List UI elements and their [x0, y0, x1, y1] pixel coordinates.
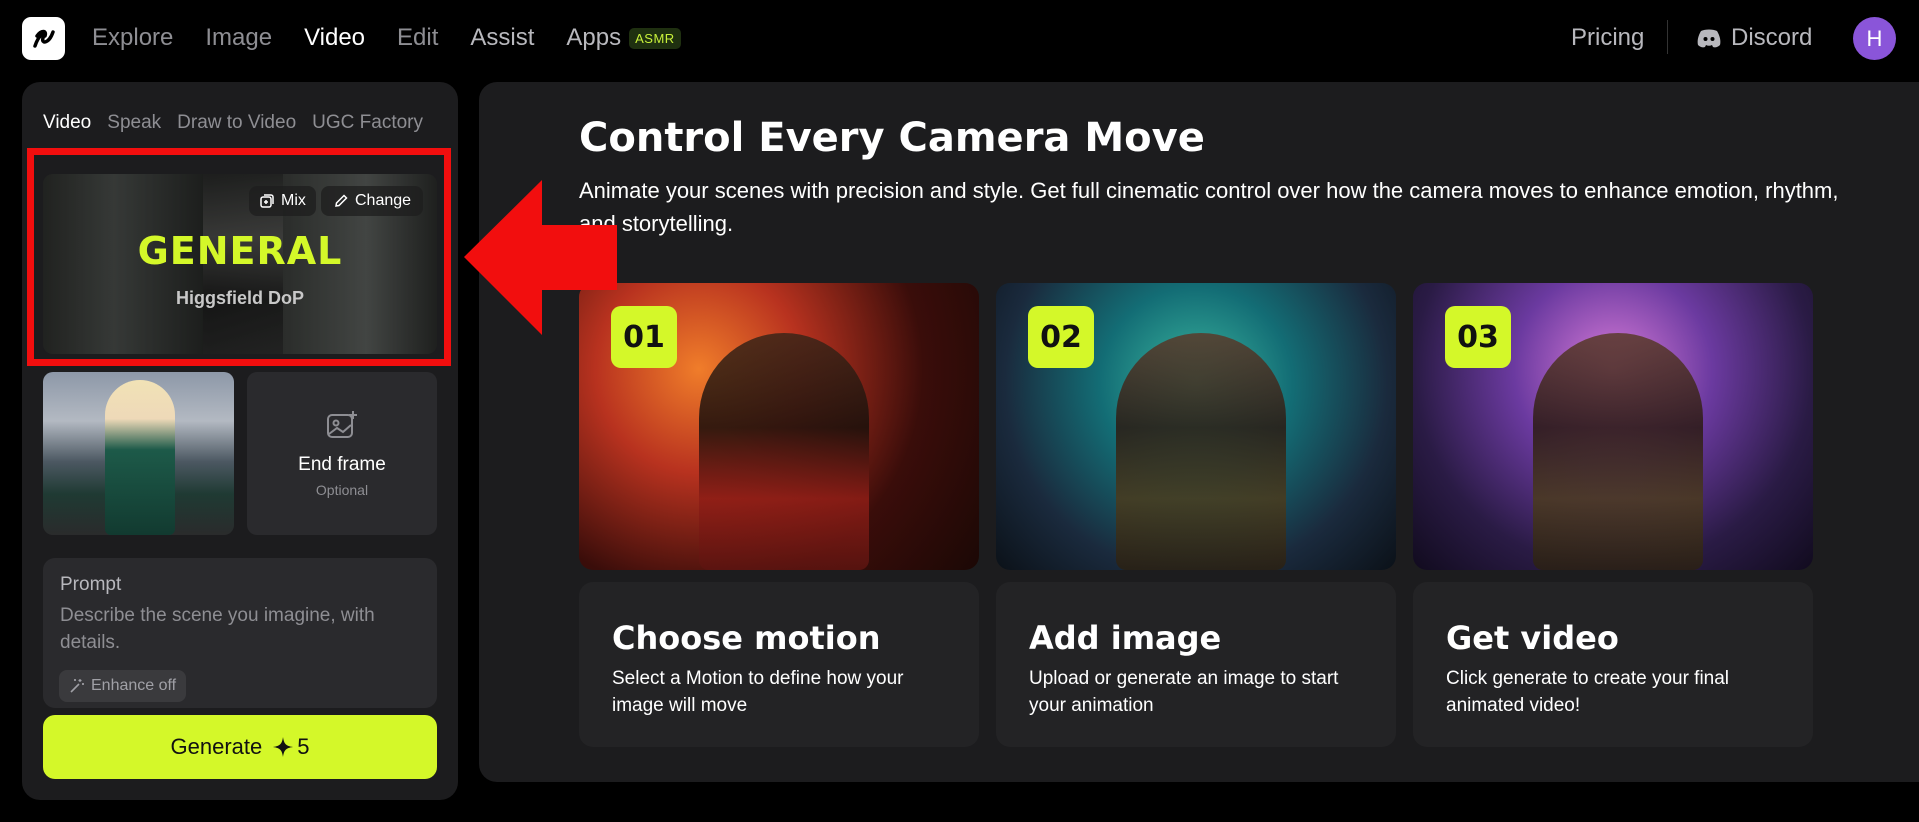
- user-avatar[interactable]: H: [1853, 17, 1896, 60]
- app-logo[interactable]: [22, 17, 65, 60]
- end-frame-upload[interactable]: End frame Optional: [247, 372, 437, 535]
- generate-button[interactable]: Generate 5: [43, 715, 437, 779]
- magic-wand-icon: [70, 679, 84, 693]
- step-image-1: 01: [579, 283, 979, 570]
- step-title-2: Add image: [1029, 619, 1222, 657]
- logo-icon: [32, 29, 55, 48]
- step-number-3: 03: [1445, 306, 1511, 368]
- page-description: Animate your scenes with precision and s…: [579, 178, 1839, 236]
- nav-edit[interactable]: Edit: [397, 24, 438, 52]
- step-desc-1: Select a Motion to define how your image…: [612, 668, 904, 716]
- nav-apps-label: Apps: [566, 24, 622, 51]
- step-image-2: 02: [996, 283, 1396, 570]
- add-image-icon: [327, 411, 357, 438]
- start-frame-image[interactable]: [43, 372, 234, 535]
- top-navigation: Explore Image Video Edit Assist Apps ASM…: [0, 0, 1919, 78]
- red-arrow-annotation: [464, 180, 617, 335]
- step-title-3: Get video: [1446, 619, 1619, 657]
- start-frame-person: [105, 380, 175, 535]
- nav-image[interactable]: Image: [205, 24, 272, 52]
- tab-draw-to-video[interactable]: Draw to Video: [177, 112, 296, 134]
- tab-video[interactable]: Video: [43, 112, 91, 134]
- highlight-frame: [27, 148, 451, 366]
- tab-ugc-factory[interactable]: UGC Factory: [312, 112, 423, 134]
- step-title-1: Choose motion: [612, 619, 881, 657]
- end-frame-subtitle: Optional: [315, 482, 369, 498]
- nav-video[interactable]: Video: [304, 24, 365, 52]
- step-card-1: Choose motion Select a Motion to define …: [579, 582, 979, 747]
- sparkle-icon: [273, 737, 294, 757]
- nav-explore[interactable]: Explore: [92, 24, 173, 52]
- enhance-label: Enhance off: [91, 677, 177, 694]
- nav-discord[interactable]: Discord: [1697, 24, 1812, 52]
- step-card-2: Add image Upload or generate an image to…: [996, 582, 1396, 747]
- main-content: Control Every Camera Move Animate your s…: [479, 82, 1919, 782]
- prompt-label: Prompt: [60, 574, 122, 595]
- step-number-2: 02: [1028, 306, 1094, 368]
- asmr-badge: ASMR: [629, 27, 681, 49]
- nav-pricing[interactable]: Pricing: [1571, 24, 1644, 52]
- prompt-field[interactable]: Prompt Describe the scene you imagine, w…: [43, 558, 437, 708]
- nav-divider: [1667, 20, 1668, 54]
- step-desc-3: Click generate to create your final anim…: [1446, 668, 1730, 716]
- discord-label: Discord: [1731, 24, 1813, 51]
- prompt-placeholder[interactable]: Describe the scene you imagine, with det…: [60, 602, 410, 656]
- generate-cost: 5: [297, 734, 310, 759]
- nav-assist[interactable]: Assist: [470, 24, 534, 52]
- page-title: Control Every Camera Move: [579, 115, 1205, 161]
- step-desc-2: Upload or generate an image to start you…: [1029, 668, 1339, 716]
- step-image-3: 03: [1413, 283, 1813, 570]
- step-card-3: Get video Click generate to create your …: [1413, 582, 1813, 747]
- enhance-toggle[interactable]: Enhance off: [59, 670, 187, 702]
- end-frame-title: End frame: [298, 454, 386, 475]
- tab-speak[interactable]: Speak: [107, 112, 161, 134]
- generate-label: Generate: [170, 734, 263, 759]
- discord-icon: [1697, 29, 1721, 47]
- nav-apps[interactable]: Apps ASMR: [566, 24, 681, 52]
- mode-tabs: Video Speak Draw to Video UGC Factory: [43, 112, 423, 134]
